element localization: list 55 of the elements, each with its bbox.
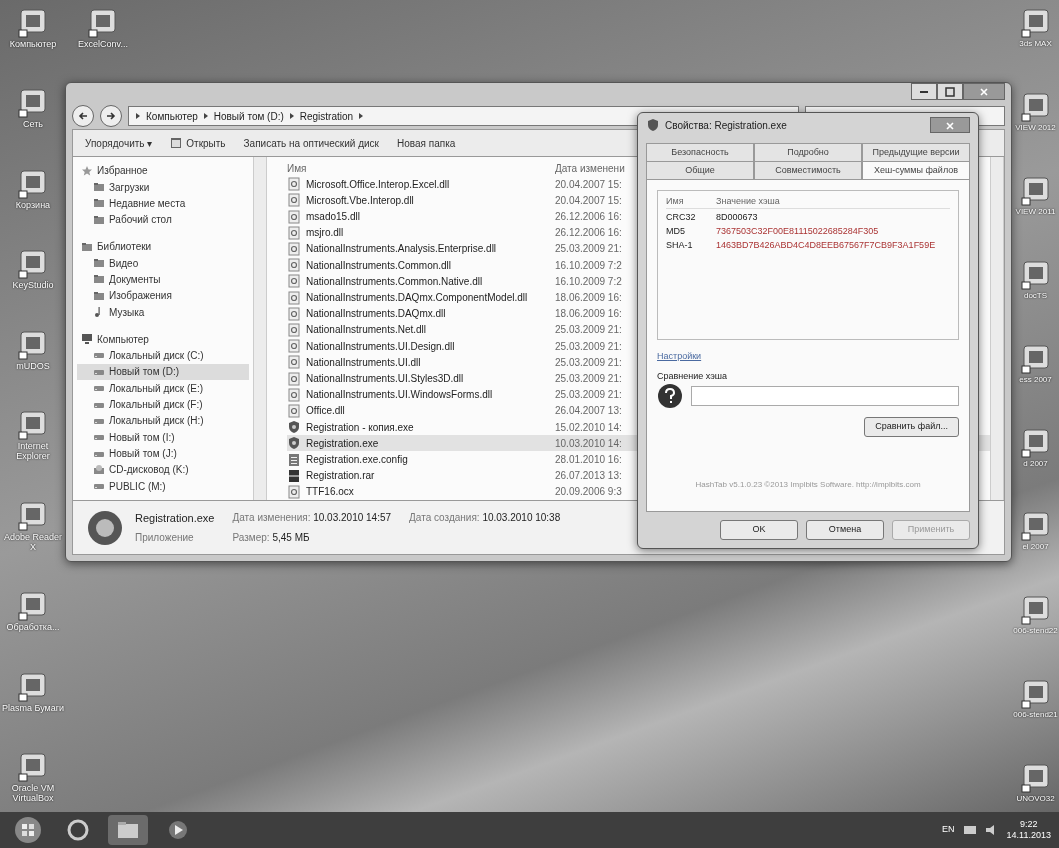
file-size: Размер: 5,45 МБ <box>232 531 311 546</box>
file-date: 18.06.2009 16: <box>555 291 623 305</box>
file-name: Office.dll <box>306 404 345 419</box>
file-date: 26.07.2013 13: <box>555 469 623 484</box>
file-date: 15.02.2010 14: <box>555 420 623 435</box>
compare-label: Сравнение хэша <box>657 369 729 383</box>
file-name: TTF16.ocx <box>306 485 354 500</box>
file-name: Registration.exe.config <box>306 453 408 468</box>
file-date: 28.01.2010 16: <box>555 453 623 468</box>
file-date: 25.03.2009 21: <box>555 323 623 338</box>
file-name: NationalInstruments.Common.Native.dll <box>306 274 483 289</box>
file-date: 10.03.2010 14: <box>555 436 623 451</box>
file-name: Microsoft.Office.Interop.Excel.dll <box>306 177 450 192</box>
hash-name: MD5 <box>666 225 686 239</box>
file-name: NationalInstruments.UI.Styles3D.dll <box>306 372 464 387</box>
file-date: 25.03.2009 21: <box>555 355 623 370</box>
file-date: 26.12.2006 16: <box>555 226 623 241</box>
file-date: 26.12.2006 16: <box>555 210 623 224</box>
file-name: NationalInstruments.UI.Design.dll <box>306 339 455 354</box>
file-name: NationalInstruments.Common.dll <box>306 258 452 273</box>
file-date: 16.10.2009 7:2 <box>555 258 623 273</box>
file-name: NationalInstruments.Analysis.Enterprise.dll <box>306 242 497 257</box>
file-date: 25.03.2009 21: <box>555 388 623 403</box>
file-name: msjro.dll <box>306 226 344 241</box>
file-name: Registration.rar <box>306 469 375 484</box>
hash-name: SHA-1 <box>666 239 694 253</box>
created-date: Дата создания: 10.03.2010 10:38 <box>409 510 561 525</box>
clock-time: 9:22 <box>1019 819 1039 830</box>
hash-value: 7367503C32F00E81115022685284F305 <box>716 225 879 239</box>
file-date: 26.04.2007 13: <box>555 404 623 419</box>
file-date: 18.06.2009 16: <box>555 307 623 322</box>
file-date: 20.09.2006 9:3 <box>555 485 623 500</box>
file-name: NationalInstruments.Net.dll <box>306 323 427 338</box>
file-name: NationalInstruments.DAQmx.ComponentModel.dll <box>306 291 528 305</box>
version-text: HashTab v5.1.0.23 ©2013 Implbits Software. http://implbits.com <box>694 479 922 491</box>
hash-name: CRC32 <box>666 211 697 225</box>
file-date: 20.04.2007 15: <box>555 193 623 208</box>
file-name: NationalInstruments.UI.WindowsForms.dll <box>306 388 493 403</box>
file-name: msado15.dll <box>306 210 360 224</box>
file-date: 20.04.2007 15: <box>555 177 623 192</box>
file-title: Registration.exe <box>135 510 215 526</box>
file-date: 25.03.2009 21: <box>555 242 623 257</box>
clock-date: 14.11.2013 <box>1006 830 1051 841</box>
file-name: Registration.exe <box>306 436 379 451</box>
file-date: 25.03.2009 21: <box>555 372 623 387</box>
file-type: Приложение <box>135 531 195 546</box>
file-name: Registration - копия.exe <box>306 420 414 435</box>
file-date: 16.10.2009 7:2 <box>555 274 623 289</box>
file-name: NationalInstruments.DAQmx.dll <box>306 307 446 322</box>
modified-date: Дата изменения: 10.03.2010 14:57 <box>232 510 392 525</box>
hash-value: 8D000673 <box>716 211 758 225</box>
file-name: NationalInstruments.UI.dll <box>306 355 421 370</box>
hash-value: 1463BD7B426ABD4C4D8EEB67567F7CB9F3A1F59E <box>716 239 936 253</box>
file-date: 25.03.2009 21: <box>555 339 623 354</box>
file-name: Microsoft.Vbe.Interop.dll <box>306 193 414 208</box>
